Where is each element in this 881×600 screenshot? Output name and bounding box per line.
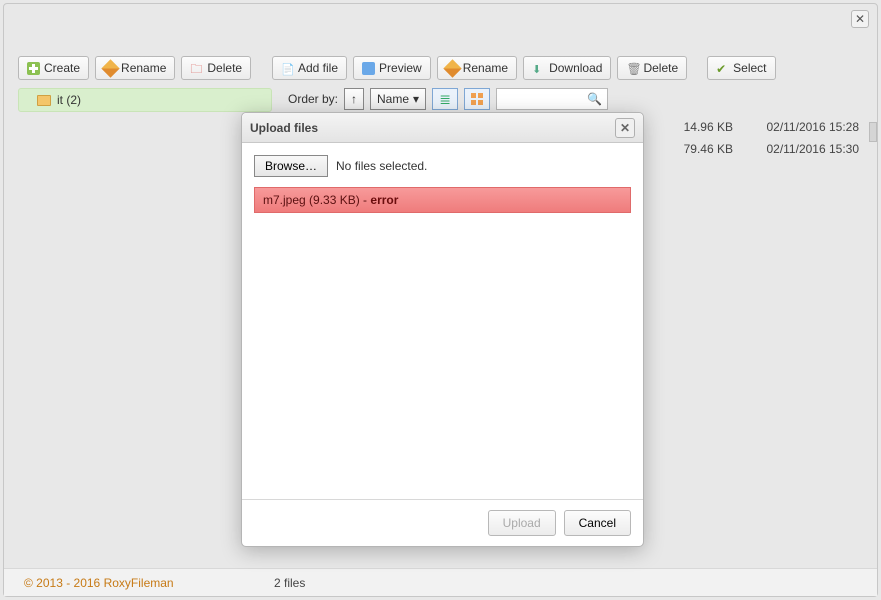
folder-icon [37, 95, 51, 106]
preview-icon [362, 62, 375, 75]
rename-folder-button[interactable]: Rename [95, 56, 175, 80]
select-label: Select [733, 61, 766, 75]
dialog-body: Browse… No files selected. m7.jpeg (9.33… [242, 143, 643, 499]
list-view-button[interactable] [432, 88, 458, 110]
select-button[interactable]: Select [707, 56, 775, 80]
dialog-title: Upload files [250, 121, 318, 135]
search-input[interactable] [501, 92, 587, 106]
pencil-icon [443, 59, 461, 77]
pencil-icon [101, 59, 119, 77]
list-icon [439, 91, 451, 108]
add-file-label: Add file [298, 61, 338, 75]
no-files-text: No files selected. [336, 159, 427, 173]
download-label: Download [549, 61, 602, 75]
add-icon [27, 62, 40, 75]
grid-icon [471, 93, 483, 105]
sort-direction-button[interactable]: ↑ [344, 88, 364, 110]
preview-label: Preview [379, 61, 422, 75]
browse-button[interactable]: Browse… [254, 155, 328, 177]
trash-icon [626, 62, 639, 75]
download-button[interactable]: Download [523, 56, 611, 80]
order-by-label: Order by: [288, 92, 338, 106]
file-size: 14.96 KB [657, 120, 733, 134]
delete-folder-icon [190, 62, 203, 75]
file-date: 02/11/2016 15:30 [733, 142, 863, 156]
scrollbar-thumb[interactable] [869, 122, 877, 142]
rename-folder-label: Rename [121, 61, 166, 75]
grid-view-button[interactable] [464, 88, 490, 110]
upload-dialog: Upload files ✕ Browse… No files selected… [241, 112, 644, 547]
check-icon [716, 62, 729, 75]
add-file-button[interactable]: Add file [272, 56, 347, 80]
dialog-titlebar[interactable]: Upload files ✕ [242, 113, 643, 143]
app-close-button[interactable]: ✕ [851, 10, 869, 28]
rename-file-label: Rename [463, 61, 508, 75]
sort-field-select[interactable]: Name▾ [370, 88, 426, 110]
file-size: 79.46 KB [657, 142, 733, 156]
tree-item-it[interactable]: it (2) [18, 88, 272, 112]
upload-item-status: error [370, 193, 398, 207]
filter-bar: Order by: ↑ Name▾ [288, 88, 608, 110]
search-icon [587, 92, 602, 106]
file-date: 02/11/2016 15:28 [733, 120, 863, 134]
download-icon [532, 62, 545, 75]
chevron-down-icon: ▾ [413, 92, 419, 106]
delete-folder-label: Delete [207, 61, 242, 75]
footer: © 2013 - 2016 RoxyFileman 2 files [4, 568, 877, 596]
search-box[interactable] [496, 88, 608, 110]
delete-file-label: Delete [643, 61, 678, 75]
upload-item-error: m7.jpeg (9.33 KB) - error [254, 187, 631, 213]
preview-button[interactable]: Preview [353, 56, 431, 80]
tree-item-label: it (2) [57, 93, 81, 107]
delete-file-button[interactable]: Delete [617, 56, 687, 80]
toolbar: Create Rename Delete Add file Preview Re… [18, 56, 863, 88]
app-frame: ✕ Create Rename Delete Add file Preview … [3, 3, 878, 597]
upload-button[interactable]: Upload [488, 510, 556, 536]
dialog-close-button[interactable]: ✕ [615, 118, 635, 138]
create-button[interactable]: Create [18, 56, 89, 80]
create-label: Create [44, 61, 80, 75]
file-toolbar: Add file Preview Rename Download Delete … [272, 56, 863, 88]
rename-file-button[interactable]: Rename [437, 56, 517, 80]
dialog-footer: Upload Cancel [242, 499, 643, 546]
cancel-button[interactable]: Cancel [564, 510, 631, 536]
file-add-icon [281, 62, 294, 75]
copyright-text: © 2013 - 2016 RoxyFileman [4, 576, 274, 590]
upload-item-name: m7.jpeg (9.33 KB) - [263, 193, 370, 207]
browse-row: Browse… No files selected. [254, 155, 631, 177]
folder-toolbar: Create Rename Delete [18, 56, 272, 88]
file-count: 2 files [274, 576, 305, 590]
delete-folder-button[interactable]: Delete [181, 56, 251, 80]
folder-tree: it (2) [18, 88, 272, 560]
